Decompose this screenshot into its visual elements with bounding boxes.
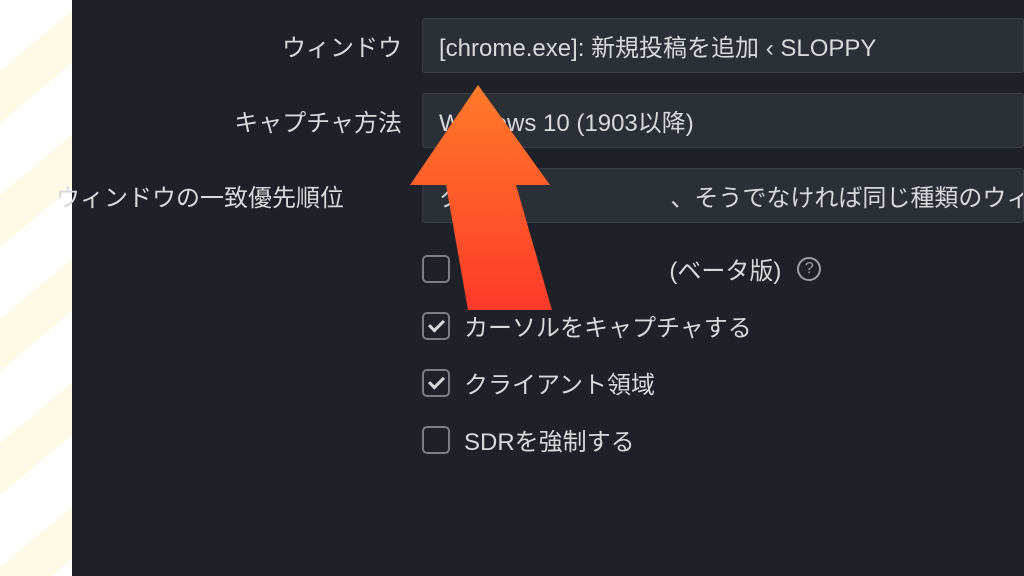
row-capture-method: キャプチャ方法 Windows 10 (1903以降)	[72, 93, 1024, 148]
checkbox-box-capture-audio[interactable]	[422, 255, 450, 283]
checkbox-label-capture-audio-right: (ベータ版)	[669, 258, 781, 285]
checkbox-capture-audio[interactable]: 音声を (ベータ版) ?	[422, 251, 1024, 286]
select-match-priority-value-left: タイ	[439, 185, 487, 212]
checkbox-label-capture-cursor: カーソルをキャプチャする	[464, 308, 752, 343]
select-match-priority-value-right: 、そうでなければ同じ種類のウィ	[670, 185, 1024, 212]
checkbox-label-capture-audio-left: 音声を	[464, 258, 536, 285]
row-window: ウィンドウ [chrome.exe]: 新規投稿を追加 ‹ SLOPPY	[72, 18, 1024, 73]
row-match-priority: ウィンドウの一致優先順位 タイ 、そうでなければ同じ種類のウィ	[72, 168, 1024, 223]
checkbox-label-force-sdr: SDRを強制する	[464, 422, 635, 457]
select-window[interactable]: [chrome.exe]: 新規投稿を追加 ‹ SLOPPY	[422, 18, 1024, 73]
checkbox-label-client-area: クライアント領域	[464, 365, 655, 400]
settings-panel: ウィンドウ [chrome.exe]: 新規投稿を追加 ‹ SLOPPY キャプ…	[72, 0, 1024, 576]
checkbox-box-client-area[interactable]	[422, 369, 450, 397]
label-match-priority: ウィンドウの一致優先順位	[14, 178, 344, 213]
label-window: ウィンドウ	[72, 28, 402, 63]
help-icon[interactable]: ?	[797, 257, 821, 281]
checkbox-box-force-sdr[interactable]	[422, 426, 450, 454]
form-rows: ウィンドウ [chrome.exe]: 新規投稿を追加 ‹ SLOPPY キャプ…	[72, 0, 1024, 457]
label-capture-method: キャプチャ方法	[72, 103, 402, 138]
checkbox-box-capture-cursor[interactable]	[422, 312, 450, 340]
select-capture-method[interactable]: Windows 10 (1903以降)	[422, 93, 1024, 148]
select-match-priority[interactable]: タイ 、そうでなければ同じ種類のウィ	[422, 168, 1024, 223]
checkbox-force-sdr[interactable]: SDRを強制する	[422, 422, 1024, 457]
checkbox-group: 音声を (ベータ版) ? カーソルをキャプチャする クライアント領域 SDRを強…	[422, 251, 1024, 457]
checkbox-capture-cursor[interactable]: カーソルをキャプチャする	[422, 308, 1024, 343]
checkbox-client-area[interactable]: クライアント領域	[422, 365, 1024, 400]
